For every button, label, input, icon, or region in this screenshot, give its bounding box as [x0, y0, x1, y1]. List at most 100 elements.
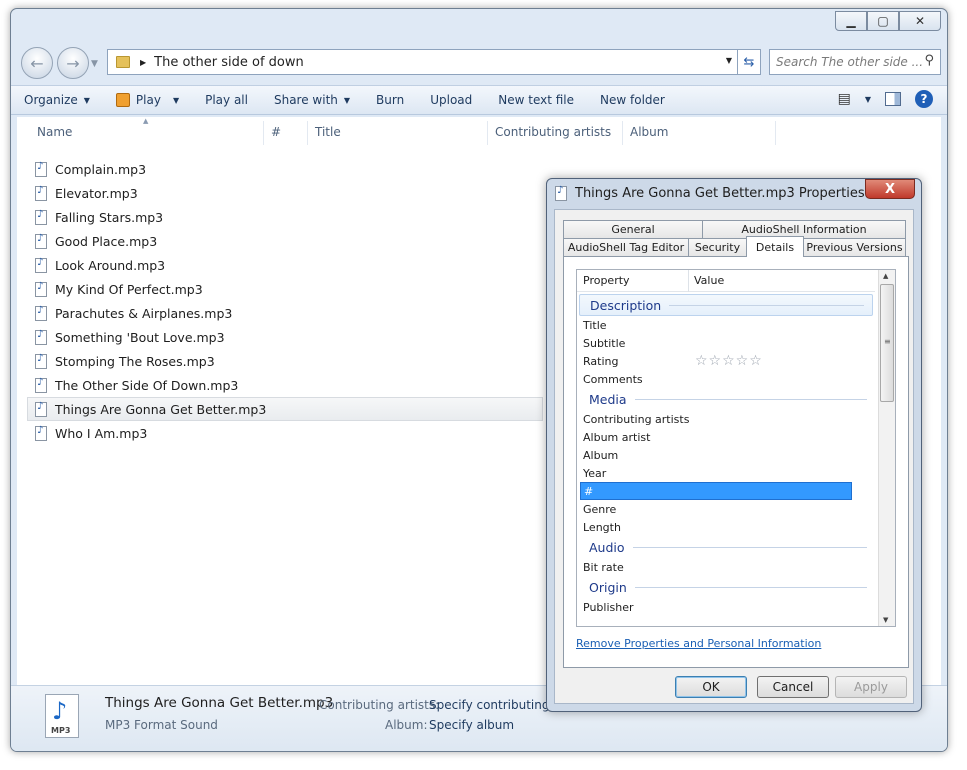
prop-rating[interactable]: Rating ☆☆☆☆☆ [577, 352, 875, 370]
header-divider[interactable] [688, 270, 689, 292]
file-item[interactable]: My Kind Of Perfect.mp3 [35, 277, 551, 301]
prop-album[interactable]: Album [577, 446, 875, 464]
details-artists-label: Contributing artists: [319, 698, 440, 712]
scroll-up-icon[interactable]: ▲ [883, 272, 888, 280]
dialog-close-button[interactable]: X [865, 179, 915, 199]
file-item[interactable]: Who I Am.mp3 [35, 421, 551, 445]
file-item[interactable]: Falling Stars.mp3 [35, 205, 551, 229]
prop-track-number-selected[interactable]: # [580, 482, 852, 500]
column-number[interactable]: # [271, 125, 281, 139]
file-item[interactable]: Parachutes & Airplanes.mp3 [35, 301, 551, 325]
minimize-button[interactable]: ▁ [835, 11, 867, 31]
header-value[interactable]: Value [694, 274, 724, 287]
group-origin[interactable]: Origin [577, 576, 875, 598]
rating-stars-icon[interactable]: ☆☆☆☆☆ [695, 353, 763, 369]
group-audio[interactable]: Audio [577, 536, 875, 558]
cancel-button[interactable]: Cancel [757, 676, 829, 698]
change-view-icon[interactable]: ▤ [838, 91, 851, 107]
mp3-file-icon [35, 425, 47, 441]
remove-properties-link[interactable]: Remove Properties and Personal Informati… [576, 637, 821, 650]
refresh-button[interactable]: ⇆ [737, 49, 761, 75]
scroll-down-icon[interactable]: ▼ [883, 616, 888, 624]
maximize-button[interactable]: ▢ [867, 11, 899, 31]
new-folder-label: New folder [600, 93, 665, 107]
file-name: Things Are Gonna Get Better.mp3 [55, 401, 267, 417]
group-label: Audio [589, 539, 625, 555]
prop-genre[interactable]: Genre [577, 500, 875, 518]
search-input[interactable]: Search The other side ... ⚲ [769, 49, 941, 75]
address-dropdown-icon[interactable]: ▼ [726, 56, 732, 65]
prop-title[interactable]: Title [577, 316, 875, 334]
breadcrumb-current[interactable]: The other side of down [154, 55, 304, 70]
tab-audioshell-information[interactable]: AudioShell Information [702, 220, 906, 239]
close-button[interactable]: ✕ [899, 11, 941, 31]
file-item[interactable]: Elevator.mp3 [35, 181, 551, 205]
column-divider[interactable] [775, 121, 776, 145]
prop-album-artist[interactable]: Album artist [577, 428, 875, 446]
prop-bit-rate[interactable]: Bit rate [577, 558, 875, 576]
column-divider[interactable] [307, 121, 308, 145]
prop-label: Length [583, 520, 621, 534]
play-icon [115, 93, 130, 107]
column-divider[interactable] [487, 121, 488, 145]
tab-audioshell-tag-editor[interactable]: AudioShell Tag Editor [563, 238, 689, 257]
column-title[interactable]: Title [315, 125, 341, 139]
forward-button[interactable]: → [57, 47, 89, 79]
file-item[interactable]: Stomping The Roses.mp3 [35, 349, 551, 373]
search-icon[interactable]: ⚲ [924, 53, 934, 68]
scroll-thumb[interactable]: ≡ [880, 284, 894, 402]
chevron-down-icon: ▼ [172, 95, 180, 105]
details-album-value[interactable]: Specify album [429, 718, 514, 732]
column-name[interactable]: Name [37, 125, 72, 139]
new-folder-button[interactable]: New folder [587, 93, 678, 107]
prop-comments[interactable]: Comments [577, 370, 875, 388]
tab-details[interactable]: Details [746, 236, 804, 257]
column-divider[interactable] [263, 121, 264, 145]
help-icon[interactable]: ? [915, 90, 933, 108]
group-media[interactable]: Media [577, 388, 875, 410]
header-property[interactable]: Property [583, 274, 630, 287]
file-item[interactable]: Good Place.mp3 [35, 229, 551, 253]
new-text-file-button[interactable]: New text file [485, 93, 587, 107]
play-button[interactable]: Play ▼ [103, 93, 192, 107]
file-item[interactable]: Look Around.mp3 [35, 253, 551, 277]
file-item[interactable]: Complain.mp3 [35, 157, 551, 181]
apply-button[interactable]: Apply [835, 676, 907, 698]
prop-contributing-artists[interactable]: Contributing artists [577, 410, 875, 428]
tab-previous-versions[interactable]: Previous Versions [803, 238, 906, 257]
address-bar[interactable]: ▶ The other side of down ▼ [107, 49, 739, 75]
ok-button[interactable]: OK [675, 676, 747, 698]
file-name: Stomping The Roses.mp3 [55, 353, 215, 369]
view-dropdown-icon[interactable]: ▼ [865, 95, 871, 104]
file-name: Look Around.mp3 [55, 257, 166, 273]
preview-pane-icon[interactable] [885, 92, 901, 106]
recent-pages-dropdown[interactable]: ▼ [91, 59, 98, 69]
music-note-icon: ♪ [52, 697, 68, 725]
file-item[interactable]: The Other Side Of Down.mp3 [35, 373, 551, 397]
organize-menu[interactable]: Organize ▼ [11, 93, 103, 107]
details-artists-value[interactable]: Specify contributing a [429, 698, 561, 712]
vertical-scrollbar[interactable]: ▲ ≡ ▼ [878, 270, 895, 626]
file-item-selected[interactable]: Things Are Gonna Get Better.mp3 [27, 397, 543, 421]
column-contributing-artists[interactable]: Contributing artists [495, 125, 611, 139]
column-divider[interactable] [622, 121, 623, 145]
file-item[interactable]: Something 'Bout Love.mp3 [35, 325, 551, 349]
tab-security[interactable]: Security [688, 238, 747, 257]
tab-general[interactable]: General [563, 220, 703, 239]
upload-button[interactable]: Upload [417, 93, 485, 107]
column-album[interactable]: Album [630, 125, 668, 139]
prop-publisher[interactable]: Publisher [577, 598, 875, 616]
prop-length[interactable]: Length [577, 518, 875, 536]
group-description[interactable]: Description [579, 294, 873, 316]
file-name: My Kind Of Perfect.mp3 [55, 281, 203, 297]
prop-subtitle[interactable]: Subtitle [577, 334, 875, 352]
play-all-button[interactable]: Play all [192, 93, 261, 107]
refresh-icon: ⇆ [743, 54, 755, 70]
burn-button[interactable]: Burn [363, 93, 417, 107]
prop-year[interactable]: Year [577, 464, 875, 482]
close-icon: X [884, 181, 896, 197]
back-button[interactable]: ← [21, 47, 53, 79]
share-with-menu[interactable]: Share with ▼ [261, 93, 363, 107]
breadcrumb-arrow-icon[interactable]: ▶ [140, 58, 146, 67]
prop-label: Comments [583, 372, 643, 386]
